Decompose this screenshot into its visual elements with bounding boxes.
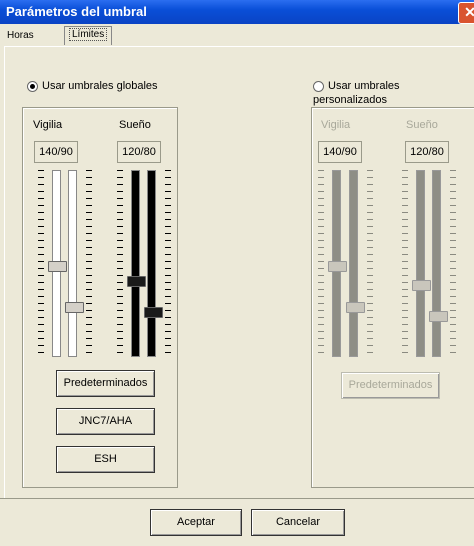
slider-track	[416, 170, 425, 357]
slider-ticks	[450, 170, 456, 355]
custom-sueno-slider-2[interactable]	[428, 170, 464, 357]
radio-custom-dot[interactable]	[313, 80, 324, 92]
slider-track	[131, 170, 140, 357]
radio-global-dot[interactable]	[27, 80, 38, 92]
tab-limites-label: Límites	[69, 28, 108, 41]
jnc7-aha-button[interactable]: JNC7/AHA	[56, 408, 155, 435]
slider-track	[147, 170, 156, 357]
slider-track	[349, 170, 358, 357]
slider-track	[432, 170, 441, 357]
slider-thumb[interactable]	[65, 302, 84, 313]
slider-ticks	[367, 170, 373, 355]
custom-vigilia-value: 140/90	[318, 141, 362, 163]
slider-ticks	[86, 170, 92, 355]
radio-custom[interactable]: Usar umbrales personalizados	[313, 79, 474, 106]
tab-row: Horas Límites	[0, 24, 474, 46]
window-title: Parámetros del umbral	[6, 4, 147, 19]
global-sueno-label: Sueño	[119, 119, 151, 131]
global-vigilia-value: 140/90	[34, 141, 78, 163]
slider-ticks	[38, 170, 44, 355]
tab-horas[interactable]: Horas	[4, 28, 37, 44]
slider-track	[68, 170, 77, 357]
accept-button[interactable]: Aceptar	[150, 509, 242, 536]
custom-vigilia-label: Vigilia	[321, 119, 351, 131]
custom-defaults-button[interactable]: Predeterminados	[341, 372, 440, 399]
close-icon[interactable]: ✕	[458, 2, 474, 24]
footer-separator	[0, 498, 474, 499]
slider-ticks	[402, 170, 408, 355]
global-sueno-slider-2[interactable]	[143, 170, 179, 357]
defaults-button[interactable]: Predeterminados	[56, 370, 155, 397]
radio-custom-label: Usar umbrales personalizados	[313, 80, 400, 106]
global-vigilia-slider-2[interactable]	[64, 170, 100, 357]
slider-ticks	[165, 170, 171, 355]
custom-sueno-label: Sueño	[406, 119, 438, 131]
radio-global-label: Usar umbrales globales	[42, 80, 158, 92]
slider-thumb[interactable]	[429, 311, 448, 322]
custom-vigilia-slider-2[interactable]	[345, 170, 381, 357]
slider-ticks	[117, 170, 123, 355]
slider-thumb[interactable]	[144, 307, 163, 318]
custom-sueno-value: 120/80	[405, 141, 449, 163]
esh-button[interactable]: ESH	[56, 446, 155, 473]
global-sueno-value: 120/80	[117, 141, 161, 163]
slider-ticks	[318, 170, 324, 355]
cancel-label: Cancelar	[275, 516, 321, 528]
radio-global[interactable]: Usar umbrales globales	[27, 79, 158, 93]
accept-label: Aceptar	[177, 516, 215, 528]
title-bar: Parámetros del umbral ✕	[0, 0, 474, 24]
tab-limites[interactable]: Límites	[64, 26, 113, 45]
slider-thumb[interactable]	[346, 302, 365, 313]
global-vigilia-label: Vigilia	[33, 119, 63, 131]
cancel-button[interactable]: Cancelar	[251, 509, 345, 536]
